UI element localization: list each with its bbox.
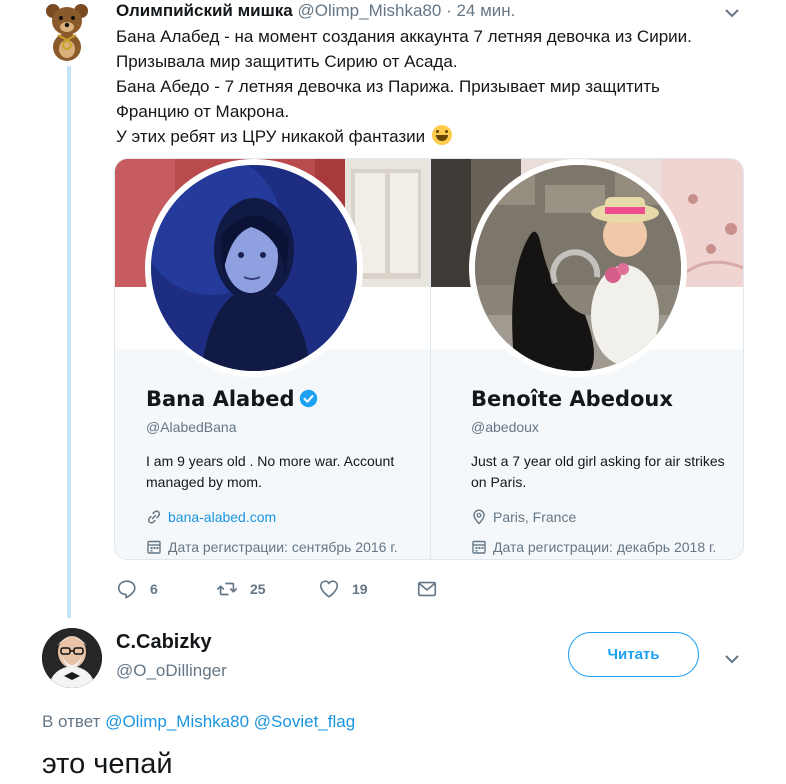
thread-line [67, 66, 71, 618]
author-avatar[interactable] [44, 2, 90, 62]
profile-joined-date: Дата регистрации: сентябрь 2016 г. [168, 539, 398, 555]
verified-badge-icon [299, 389, 317, 408]
profile-name[interactable]: Benoîte Abedoux [471, 387, 673, 411]
tweet-actions: 6 25 19 [116, 578, 456, 602]
tweet-text: Бана Алабед - на момент создания аккаунт… [116, 24, 756, 149]
profile-website-link[interactable]: bana-alabed.com [168, 509, 276, 525]
tweet-line: Призывала мир защитить Сирию от Асада. [116, 52, 458, 71]
profile-link-row: bana-alabed.com [146, 509, 276, 525]
chevron-down-icon[interactable] [724, 8, 740, 18]
reply-to-prefix: В ответ [42, 712, 101, 731]
profile-card-benoite-abedoux[interactable]: Benoîte Abedoux @abedoux Just a 7 year o… [430, 159, 743, 559]
link-icon [147, 510, 161, 524]
location-pin-icon [473, 509, 485, 525]
profile-location-row: Paris, France [471, 509, 576, 525]
tweet-time[interactable]: · 24 мин. [446, 1, 515, 20]
profile-name-text: Bana Alabed [146, 387, 295, 411]
reply-author-avatar[interactable] [42, 628, 102, 688]
reply-button[interactable]: 6 [116, 578, 158, 600]
retweet-button[interactable]: 25 [216, 578, 266, 600]
follow-button[interactable]: Читать [568, 632, 699, 677]
author-handle[interactable]: @Olimp_Mishka80 [297, 1, 441, 20]
profile-avatar[interactable] [469, 159, 687, 377]
author-name[interactable]: Олимпийский мишка [116, 1, 293, 20]
profile-location: Paris, France [493, 509, 577, 525]
profile-joined-row: Дата регистрации: сентябрь 2016 г. [146, 539, 398, 555]
profile-handle[interactable]: @AlabedBana [146, 419, 237, 435]
calendar-icon [472, 540, 486, 554]
profile-card-bana-alabed[interactable]: Bana Alabed @AlabedBana I am 9 years old… [115, 159, 430, 559]
mention-link[interactable]: @Soviet_flag [254, 712, 355, 731]
tweet-line-last: У этих ребят из ЦРУ никакой фантазии [116, 124, 756, 149]
retweet-icon [217, 582, 237, 596]
profile-cards-embed[interactable]: Bana Alabed @AlabedBana I am 9 years old… [114, 158, 744, 560]
profile-joined-row: Дата регистрации: декабрь 2018 г. [471, 539, 716, 555]
tweet-line-text: У этих ребят из ЦРУ никакой фантазии [116, 127, 426, 146]
heart-icon [319, 580, 339, 598]
tweet-line: Бана Абедо - 7 летняя девочка из Парижа.… [116, 77, 660, 96]
calendar-icon [147, 540, 161, 554]
profile-handle[interactable]: @abedoux [471, 419, 539, 435]
like-button[interactable]: 19 [318, 578, 368, 600]
retweet-count: 25 [250, 581, 266, 597]
profile-name[interactable]: Bana Alabed [146, 387, 318, 411]
direct-message-button[interactable] [416, 578, 450, 600]
reply-text: это чепай [42, 748, 173, 780]
tweet-header: Олимпийский мишка @Olimp_Mishka80 · 24 м… [116, 1, 515, 21]
reply-author-name[interactable]: C.Cabizky [116, 631, 212, 654]
tweet-line: Бана Алабед - на момент создания аккаунт… [116, 27, 692, 46]
profile-bio: Just a 7 year old girl asking for air st… [471, 453, 725, 490]
reply-icon [117, 580, 136, 599]
profile-avatar[interactable] [145, 159, 363, 377]
envelope-icon [417, 581, 437, 597]
like-count: 19 [352, 581, 368, 597]
grinning-face-emoji-icon [431, 125, 452, 145]
reply-author-handle[interactable]: @O_oDillinger [116, 661, 227, 681]
reply-count: 6 [150, 581, 158, 597]
chevron-down-icon[interactable] [724, 654, 740, 664]
profile-joined-date: Дата регистрации: декабрь 2018 г. [493, 539, 717, 555]
mention-link[interactable]: @Olimp_Mishka80 [105, 712, 249, 731]
reply-context: В ответ @Olimp_Mishka80 @Soviet_flag [42, 712, 355, 732]
profile-bio: I am 9 years old . No more war. Account … [146, 453, 395, 490]
tweet-line: Францию от Макрона. [116, 102, 290, 121]
